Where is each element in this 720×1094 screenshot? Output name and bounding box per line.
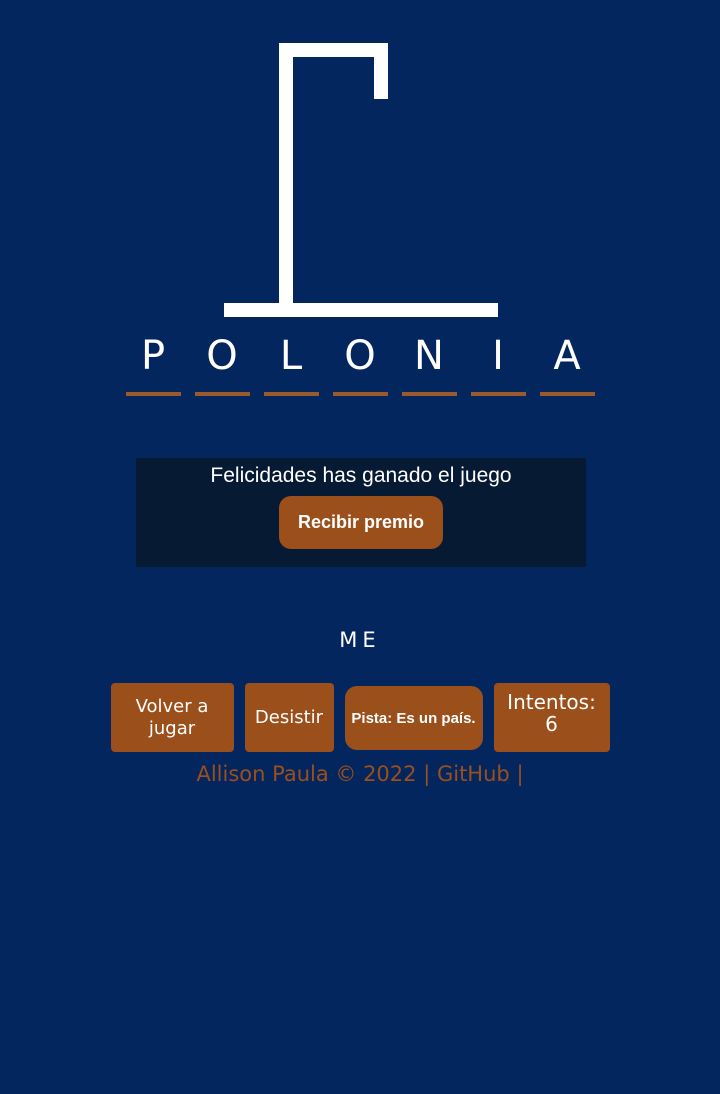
gallows-drawing: [224, 43, 498, 317]
letter-dash: [332, 392, 388, 396]
gallows-rope: [374, 43, 388, 99]
letter-dash: [194, 392, 250, 396]
letter-slot: I: [470, 333, 526, 396]
letter: I: [492, 333, 504, 379]
win-panel: Felicidades has ganado el juego Recibir …: [136, 458, 586, 567]
footer: Allison Paula © 2022 | GitHub |: [0, 762, 720, 786]
letter-slot: N: [401, 333, 457, 396]
controls-bar: Volver a jugar Desistir Pista: Es un paí…: [0, 683, 720, 752]
gallows-pole: [279, 43, 293, 305]
play-again-button[interactable]: Volver a jugar: [110, 683, 234, 752]
receive-prize-button[interactable]: Recibir premio: [279, 496, 443, 549]
letter-dash: [470, 392, 526, 396]
letter: P: [140, 333, 166, 379]
win-message: Felicidades has ganado el juego: [210, 464, 512, 487]
hint-button[interactable]: Pista: Es un país.: [344, 686, 483, 750]
wrong-letters: ME: [339, 628, 381, 652]
attempts-label: Intentos:: [507, 690, 596, 714]
footer-author: Allison Paula © 2022: [196, 762, 417, 786]
give-up-button[interactable]: Desistir: [244, 683, 334, 752]
letter-slot: O: [332, 333, 388, 396]
letter-slot: P: [125, 333, 181, 396]
letter-dash: [401, 392, 457, 396]
gallows-base: [224, 303, 498, 317]
letter: A: [553, 333, 581, 379]
letter-dash: [263, 392, 319, 396]
letter: N: [414, 333, 444, 379]
letter: L: [279, 333, 303, 379]
letter-dash: [539, 392, 595, 396]
github-link[interactable]: GitHub: [437, 762, 510, 786]
attempts-counter: Intentos: 6: [493, 683, 610, 752]
word-display: P O L O N I A: [0, 334, 720, 396]
letter-dash: [125, 392, 181, 396]
gallows-beam: [279, 43, 388, 57]
attempts-value: 6: [545, 712, 558, 736]
footer-trailing-separator: |: [516, 762, 524, 786]
footer-separator: |: [423, 762, 431, 786]
letter-slot: A: [539, 333, 595, 396]
letter: O: [206, 333, 238, 379]
letter-slot: O: [194, 333, 250, 396]
letter-slot: L: [263, 333, 319, 396]
letter: O: [344, 333, 376, 379]
